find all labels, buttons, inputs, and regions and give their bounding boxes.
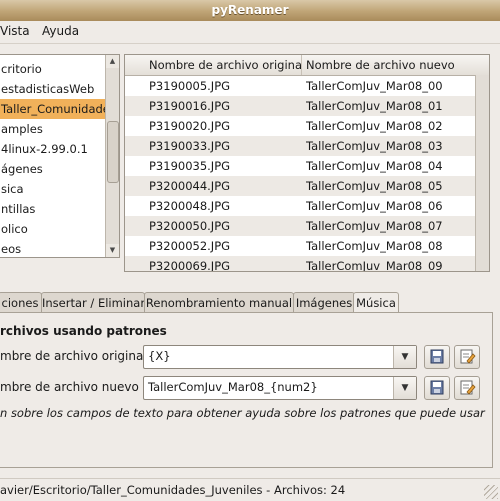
column-header-new[interactable]: Nombre de archivo nuevo [302, 55, 489, 75]
edit-icon [460, 349, 476, 364]
column-header-original[interactable]: Nombre de archivo original [145, 55, 302, 75]
new-filename: TallerComJuv_Mar08_04 [306, 159, 443, 173]
edit-new-pattern-button[interactable] [454, 376, 480, 400]
patterns-help-text: n sobre los campos de texto para obtener… [0, 406, 485, 420]
original-name-label: mbre de archivo original [0, 349, 147, 363]
original-filename: P3190016.JPG [149, 99, 231, 113]
folder-item[interactable]: ágenes [0, 159, 105, 179]
original-filename: P3200044.JPG [149, 179, 231, 193]
tab-renombramiento-manual[interactable]: Renombramiento manual [144, 292, 294, 313]
new-name-label: mbre de archivo nuevo [0, 380, 139, 394]
file-row[interactable]: P3190035.JPG TallerComJuv_Mar08_04 [125, 156, 489, 176]
folder-item[interactable]: estadisticasWeb [0, 79, 105, 99]
status-bar: avier/Escritorio/Taller_Comunidades_Juve… [0, 478, 500, 501]
file-row[interactable]: P3190033.JPG TallerComJuv_Mar08_03 [125, 136, 489, 156]
new-filename: TallerComJuv_Mar08_09 [306, 259, 443, 272]
original-filename: P3200050.JPG [149, 219, 231, 233]
file-list-header: Nombre de archivo original Nombre de arc… [125, 55, 489, 76]
scroll-thumb[interactable] [107, 121, 119, 183]
folder-item[interactable]: eos [0, 239, 105, 257]
chevron-down-icon[interactable]: ▼ [393, 346, 416, 368]
new-pattern-combo[interactable]: TallerComJuv_Mar08_{num2} ▼ [143, 376, 417, 400]
file-row[interactable]: P3200044.JPG TallerComJuv_Mar08_05 [125, 176, 489, 196]
original-filename: P3190020.JPG [149, 119, 231, 133]
new-filename: TallerComJuv_Mar08_05 [306, 179, 443, 193]
folder-scrollbar[interactable]: ▲ ▼ [105, 55, 119, 257]
save-icon [430, 349, 444, 364]
save-icon [430, 380, 444, 395]
new-filename: TallerComJuv_Mar08_00 [306, 79, 443, 93]
title-bar: pyRenamer [0, 0, 500, 22]
menu-ayuda[interactable]: Ayuda [42, 24, 79, 38]
patterns-section-title: rchivos usando patrones [0, 324, 167, 338]
folder-tree[interactable]: critorio estadisticasWeb Taller_Comunida… [0, 54, 120, 258]
chevron-down-icon[interactable]: ▼ [393, 377, 416, 399]
save-new-pattern-button[interactable] [424, 376, 450, 400]
new-filename: TallerComJuv_Mar08_03 [306, 139, 443, 153]
folder-item[interactable]: 4linux-2.99.0.1 [0, 139, 105, 159]
folder-item[interactable]: ntillas [0, 199, 105, 219]
menu-vista[interactable]: Vista [0, 24, 30, 38]
file-row[interactable]: P3190020.JPG TallerComJuv_Mar08_02 [125, 116, 489, 136]
tab-imagenes[interactable]: Imágenes [293, 292, 355, 313]
folder-item[interactable]: amples [0, 119, 105, 139]
new-filename: TallerComJuv_Mar08_08 [306, 239, 443, 253]
scroll-down-icon[interactable]: ▼ [106, 244, 119, 257]
status-text: avier/Escritorio/Taller_Comunidades_Juve… [0, 483, 346, 497]
file-row[interactable]: P3190005.JPG TallerComJuv_Mar08_00 [125, 76, 489, 96]
original-filename: P3190005.JPG [149, 79, 231, 93]
new-pattern-value[interactable]: TallerComJuv_Mar08_{num2} [148, 380, 318, 394]
folder-item[interactable]: olico [0, 219, 105, 239]
file-list-scrollbar[interactable] [475, 75, 489, 271]
save-original-pattern-button[interactable] [424, 345, 450, 369]
file-row[interactable]: P3200052.JPG TallerComJuv_Mar08_08 [125, 236, 489, 256]
original-pattern-combo[interactable]: {X} ▼ [143, 345, 417, 369]
folder-item-selected[interactable]: Taller_Comunidades_ [0, 99, 105, 119]
file-list[interactable]: Nombre de archivo original Nombre de arc… [124, 54, 490, 272]
tab-musica[interactable]: Música [353, 292, 399, 313]
file-row[interactable]: P3200050.JPG TallerComJuv_Mar08_07 [125, 216, 489, 236]
new-filename: TallerComJuv_Mar08_02 [306, 119, 443, 133]
original-filename: P3190033.JPG [149, 139, 231, 153]
menu-bar: Vista Ayuda [0, 21, 500, 44]
original-filename: P3200069.JPG [149, 259, 231, 272]
file-row[interactable]: P3200048.JPG TallerComJuv_Mar08_06 [125, 196, 489, 216]
new-filename: TallerComJuv_Mar08_01 [306, 99, 443, 113]
folder-item[interactable]: sica [0, 179, 105, 199]
file-row[interactable]: P3200069.JPG TallerComJuv_Mar08_09 [125, 256, 489, 272]
new-filename: TallerComJuv_Mar08_07 [306, 219, 443, 233]
tab-insertar-eliminar[interactable]: Insertar / Eliminar [41, 292, 145, 313]
scroll-up-icon[interactable]: ▲ [106, 55, 119, 68]
original-filename: P3200052.JPG [149, 239, 231, 253]
folder-item[interactable]: critorio [0, 59, 105, 79]
new-filename: TallerComJuv_Mar08_06 [306, 199, 443, 213]
resize-grip-icon[interactable] [484, 485, 498, 499]
edit-original-pattern-button[interactable] [454, 345, 480, 369]
original-filename: P3190035.JPG [149, 159, 231, 173]
tab-opciones[interactable]: ciones [0, 292, 42, 313]
file-row[interactable]: P3190016.JPG TallerComJuv_Mar08_01 [125, 96, 489, 116]
window-title: pyRenamer [211, 3, 289, 17]
original-pattern-value[interactable]: {X} [148, 349, 171, 363]
edit-icon [460, 380, 476, 395]
original-filename: P3200048.JPG [149, 199, 231, 213]
